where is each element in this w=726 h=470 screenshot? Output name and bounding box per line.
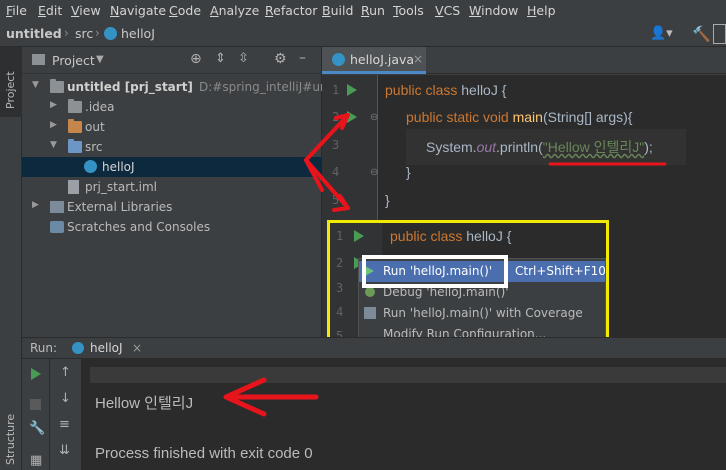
annotation-arrows xyxy=(223,113,667,417)
annotation-overlay xyxy=(223,113,667,417)
